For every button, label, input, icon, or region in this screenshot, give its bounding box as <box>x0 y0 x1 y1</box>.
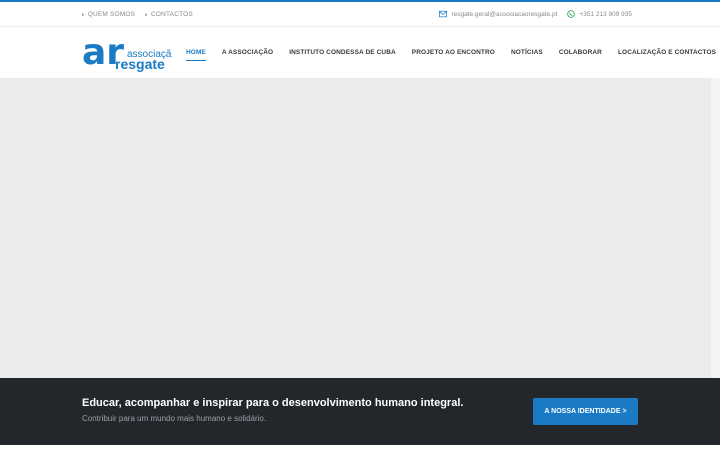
call-to-action-band: Educar, acompanhar e inspirar para o des… <box>0 378 720 445</box>
identity-button[interactable]: A NOSSA IDENTIDADE > <box>533 398 638 425</box>
nav-projeto[interactable]: PROJETO AO ENCONTRO <box>412 49 495 56</box>
nav-noticias[interactable]: NOTÍCIAS <box>511 49 543 56</box>
tagline: Educar, acompanhar e inspirar para o des… <box>82 397 464 409</box>
topbar-link-contactos[interactable]: ▸ CONTACTOS <box>145 11 193 18</box>
caret-right-icon: ▸ <box>82 11 85 18</box>
topbar-link-quem-somos[interactable]: ▸ QUEM SOMOS <box>82 11 135 18</box>
bottom-strip <box>0 445 720 450</box>
main-nav: HOME A ASSOCIAÇÃO INSTITUTO CONDESSA DE … <box>186 27 716 78</box>
phone-contact[interactable]: +351 213 909 935 <box>567 9 632 20</box>
whatsapp-icon <box>567 9 576 20</box>
page-scrollbar[interactable] <box>711 78 720 378</box>
topbar-contacts: resgate.geral@associacaoresgate.pt +351 … <box>439 2 632 27</box>
nav-instituto[interactable]: INSTITUTO CONDESSA DE CUBA <box>289 49 396 56</box>
email-contact[interactable]: resgate.geral@associacaoresgate.pt <box>439 10 557 20</box>
topbar-link-label: CONTACTOS <box>150 11 193 18</box>
hero-slider-area <box>0 78 711 378</box>
topbar-links: ▸ QUEM SOMOS ▸ CONTACTOS <box>82 2 193 27</box>
envelope-icon <box>439 10 448 20</box>
subtagline: Contribuir para um mundo mais humano e s… <box>82 414 267 423</box>
nav-associacao[interactable]: A ASSOCIAÇÃO <box>222 49 273 56</box>
email-address: resgate.geral@associacaoresgate.pt <box>451 11 558 18</box>
site-header: ar associação resgate HOME A ASSOCIAÇÃO … <box>0 27 720 78</box>
topbar: ▸ QUEM SOMOS ▸ CONTACTOS resgate.geral@a… <box>0 2 720 27</box>
nav-colaborar[interactable]: COLABORAR <box>559 49 602 56</box>
nav-localizacao[interactable]: LOCALIZAÇÃO E CONTACTOS <box>618 49 716 56</box>
caret-right-icon: ▸ <box>145 11 148 18</box>
nav-home[interactable]: HOME <box>186 49 206 61</box>
phone-number: +351 213 909 935 <box>579 11 632 18</box>
site-logo[interactable]: ar associação resgate <box>82 32 177 73</box>
topbar-link-label: QUEM SOMOS <box>87 11 136 18</box>
logo-line2: resgate <box>115 56 165 72</box>
